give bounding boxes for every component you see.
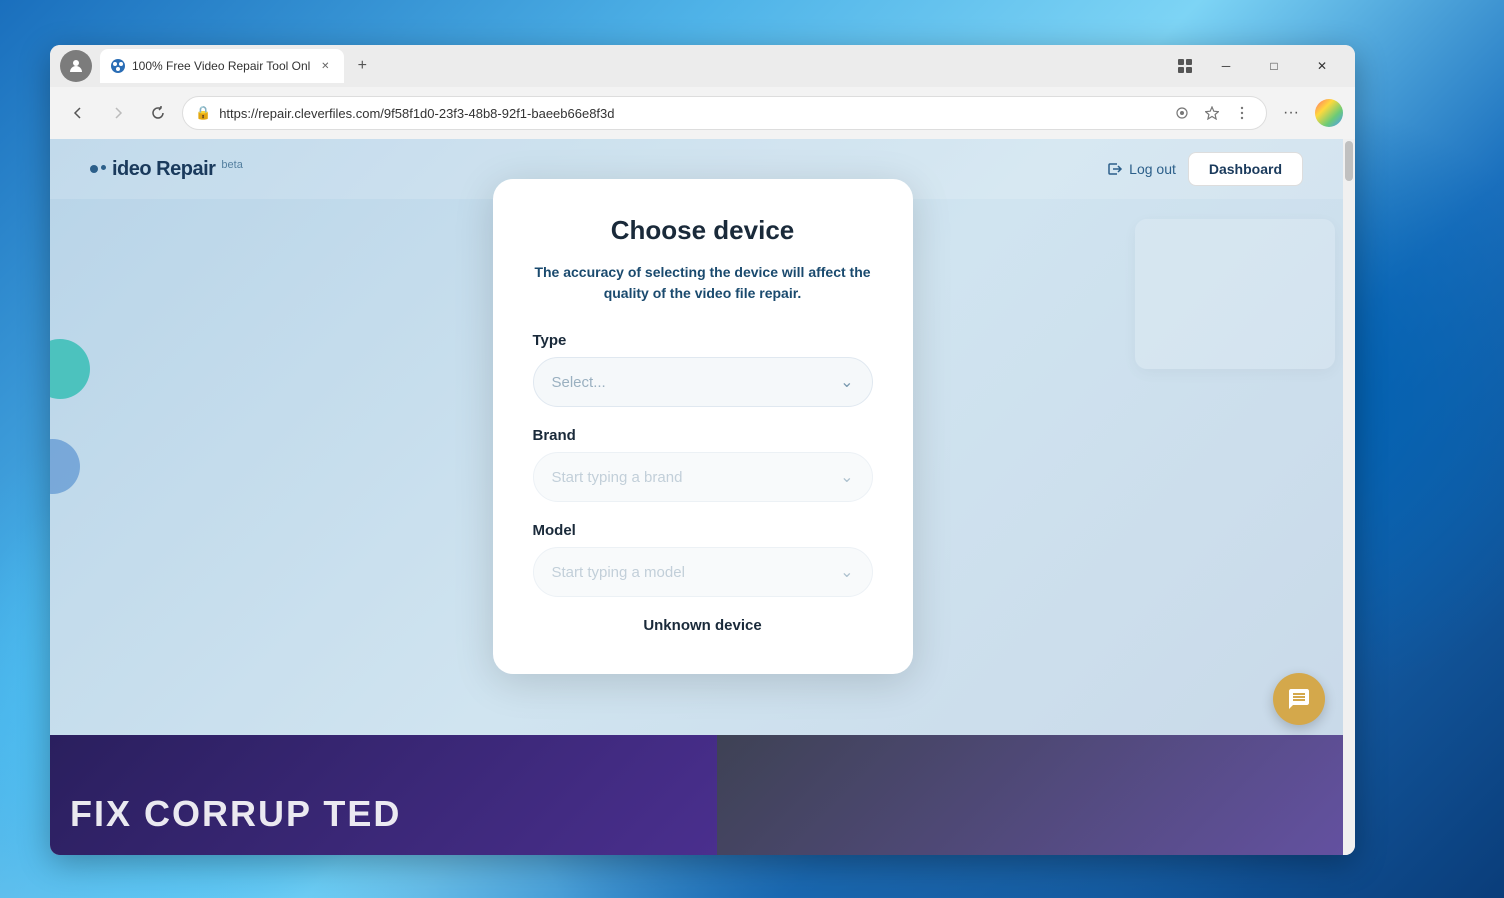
browser-window: 100% Free Video Repair Tool Onl ✕ + ─ □ … [50,45,1355,855]
modal-title: Choose device [533,215,873,246]
video-strip-inner: FIX CORRUP TED [50,735,1343,855]
brand-placeholder: Start typing a brand [552,469,841,486]
tab-close-button[interactable]: ✕ [316,57,334,75]
page-content: ideo Repair beta Log out Dashboard [50,139,1355,855]
unknown-device-link[interactable]: Unknown device [533,617,873,634]
video-panel-left: FIX CORRUP TED [50,735,717,855]
video-panel-right [717,735,1344,855]
forward-button[interactable] [102,97,134,129]
maximize-button[interactable]: □ [1251,50,1297,82]
tab-bar: 100% Free Video Repair Tool Onl ✕ + [100,49,1165,83]
model-chevron-icon: ⌄ [840,562,853,582]
type-label: Type [533,332,873,349]
model-label: Model [533,522,873,539]
active-tab[interactable]: 100% Free Video Repair Tool Onl ✕ [100,49,344,83]
video-strip: FIX CORRUP TED [50,735,1343,855]
edge-profile-button[interactable] [1315,99,1343,127]
type-field-group: Type Select... ⌄ [533,332,873,407]
scrollbar-thumb[interactable] [1345,141,1353,181]
back-button[interactable] [62,97,94,129]
website-background: ideo Repair beta Log out Dashboard [50,139,1355,855]
window-controls: ─ □ ✕ [1169,50,1345,82]
chat-button[interactable] [1273,673,1325,725]
title-bar: 100% Free Video Repair Tool Onl ✕ + ─ □ … [50,45,1355,87]
model-select[interactable]: Start typing a model ⌄ [533,547,873,597]
type-placeholder: Select... [552,374,841,391]
modal-subtitle: The accuracy of selecting the device wil… [533,262,873,304]
browser-menu-button[interactable]: ··· [1275,97,1307,129]
read-aloud-button[interactable] [1170,101,1194,125]
close-button[interactable]: ✕ [1299,50,1345,82]
model-placeholder: Start typing a model [552,564,841,581]
scrollbar[interactable] [1343,139,1355,855]
brand-select[interactable]: Start typing a brand ⌄ [533,452,873,502]
minimize-button[interactable]: ─ [1203,50,1249,82]
refresh-button[interactable] [142,97,174,129]
address-bar: 🔒 https://repair.cleverfiles.com/9f58f1d… [50,87,1355,139]
more-tools-button[interactable] [1230,101,1254,125]
type-select[interactable]: Select... ⌄ [533,357,873,407]
url-text: https://repair.cleverfiles.com/9f58f1d0-… [219,106,1162,121]
tab-favicon [110,58,126,74]
tab-title: 100% Free Video Repair Tool Onl [132,59,310,73]
profile-icon[interactable] [60,50,92,82]
choose-device-modal: Choose device The accuracy of selecting … [493,179,913,674]
brand-chevron-icon: ⌄ [840,467,853,487]
lock-icon: 🔒 [195,105,211,121]
collections-button[interactable] [1169,50,1201,82]
brand-field-group: Brand Start typing a brand ⌄ [533,427,873,502]
new-tab-button[interactable]: + [348,52,376,80]
model-field-group: Model Start typing a model ⌄ [533,522,873,597]
url-bar[interactable]: 🔒 https://repair.cleverfiles.com/9f58f1d… [182,96,1267,130]
favorites-button[interactable] [1200,101,1224,125]
type-chevron-icon: ⌄ [840,372,853,392]
brand-label: Brand [533,427,873,444]
fix-corrupted-text: FIX CORRUP TED [70,793,401,835]
url-icons [1170,101,1254,125]
